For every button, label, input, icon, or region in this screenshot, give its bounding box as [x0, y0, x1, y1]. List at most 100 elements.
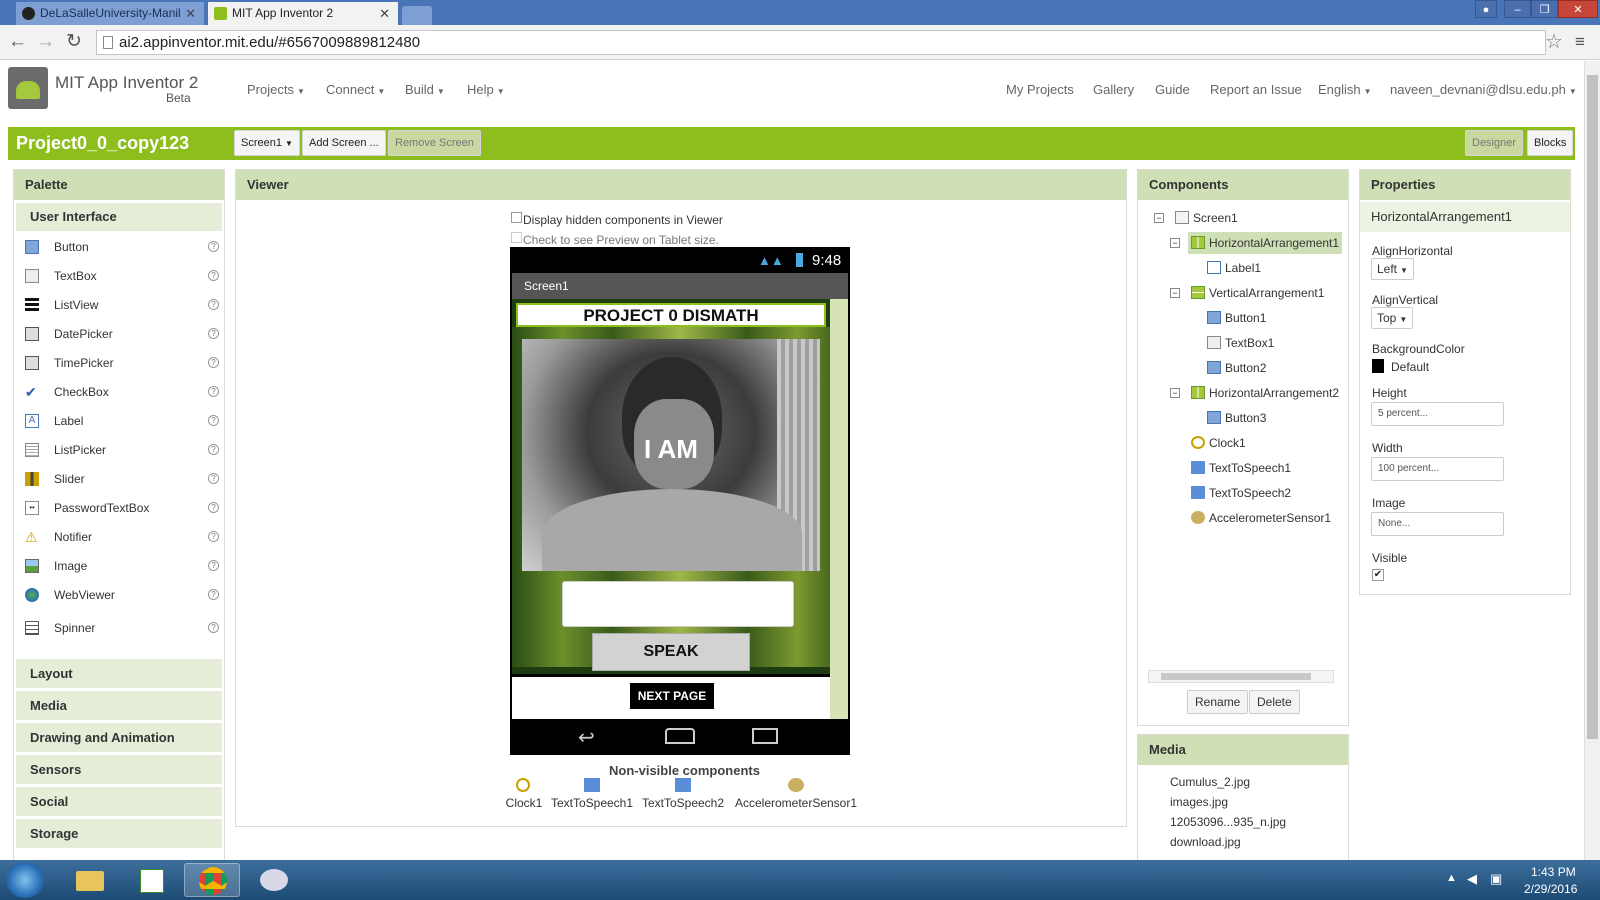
help-icon[interactable]: ? [208, 241, 219, 252]
media-file[interactable]: Cumulus_2.jpg [1170, 775, 1250, 789]
tablet-preview-checkbox[interactable] [511, 232, 522, 243]
help-icon[interactable]: ? [208, 444, 219, 455]
url-input[interactable]: ai2.appinventor.mit.edu/#656700988981248… [96, 30, 1546, 55]
palette-item-slider[interactable]: Slider? [16, 465, 222, 493]
tray-arrow-icon[interactable]: ▲ [1446, 872, 1457, 884]
blocks-button[interactable]: Blocks [1527, 130, 1574, 156]
project-heading-label[interactable]: PROJECT 0 DISMATH [516, 303, 826, 327]
align-vertical-select[interactable]: Top ▼ [1371, 307, 1414, 329]
media-file[interactable]: images.jpg [1170, 795, 1228, 809]
help-icon[interactable]: ? [208, 270, 219, 281]
tree-collapse-toggle[interactable]: − [1170, 238, 1180, 248]
volume-icon[interactable]: ◀ [1467, 871, 1477, 887]
palette-category-layout[interactable]: Layout [16, 658, 222, 688]
palette-item-textbox[interactable]: TextBox? [16, 262, 222, 290]
help-icon[interactable]: ? [208, 622, 219, 633]
help-icon[interactable]: ? [208, 415, 219, 426]
paint-app-icon[interactable] [246, 863, 302, 897]
help-icon[interactable]: ? [208, 531, 219, 542]
page-scroll-thumb[interactable] [1587, 75, 1598, 739]
help-icon[interactable]: ? [208, 502, 219, 513]
link-my-projects[interactable]: My Projects [1006, 82, 1074, 97]
browser-menu-icon[interactable]: ≡ [1575, 32, 1585, 52]
tab-github[interactable]: DeLaSalleUniversity-Manil ✕ [16, 2, 204, 25]
palette-item-timepicker[interactable]: TimePicker? [16, 349, 222, 377]
tree-node-clock1[interactable]: Clock1 [1188, 432, 1249, 454]
menu-projects[interactable]: Projects ▼ [247, 82, 305, 97]
tree-node-horizontalarrangement2[interactable]: HorizontalArrangement2 [1188, 382, 1342, 404]
tree-node-texttospeech2[interactable]: TextToSpeech2 [1188, 482, 1294, 504]
media-file[interactable]: 12053096...935_n.jpg [1170, 815, 1286, 829]
screen-select[interactable]: Screen1 ▼ [234, 130, 300, 156]
tree-node-button2[interactable]: Button2 [1204, 357, 1269, 379]
minimize-icon[interactable]: – [1504, 0, 1531, 18]
close-window-icon[interactable]: ✕ [1558, 0, 1598, 18]
palette-item-webviewer[interactable]: WebViewer? [16, 581, 222, 609]
palette-item-notifier[interactable]: ⚠ Notifier? [16, 523, 222, 551]
tree-node-screen1[interactable]: Screen1 [1172, 207, 1241, 229]
tree-collapse-toggle[interactable]: − [1170, 288, 1180, 298]
chrome-taskbar-icon[interactable] [184, 863, 240, 897]
add-screen-button[interactable]: Add Screen ... [302, 130, 386, 156]
palette-category-storage[interactable]: Storage [16, 818, 222, 848]
tree-node-accelerometersensor1[interactable]: AccelerometerSensor1 [1188, 507, 1334, 529]
bgcolor-value[interactable]: Default [1391, 360, 1429, 374]
restore-icon[interactable]: ❐ [1531, 0, 1558, 18]
app-inventor-logo[interactable] [8, 67, 48, 109]
tree-node-verticalarrangement1[interactable]: VerticalArrangement1 [1188, 282, 1327, 304]
user-menu[interactable]: naveen_devnani@dlsu.edu.ph ▼ [1390, 82, 1577, 97]
media-file[interactable]: download.jpg [1170, 835, 1241, 849]
back-icon[interactable]: ← [8, 32, 27, 52]
visible-checkbox[interactable]: ✔ [1372, 569, 1384, 581]
palette-category-drawing[interactable]: Drawing and Animation [16, 722, 222, 752]
palette-item-button[interactable]: Button? [16, 233, 222, 261]
palette-item-passwordtextbox[interactable]: •• PasswordTextBox? [16, 494, 222, 522]
display-hidden-checkbox[interactable] [511, 212, 522, 223]
profile-photo[interactable]: I AM [522, 339, 820, 571]
palette-item-listview[interactable]: ListView? [16, 291, 222, 319]
palette-item-checkbox[interactable]: ✔ CheckBox? [16, 378, 222, 406]
menu-help[interactable]: Help ▼ [467, 82, 505, 97]
language-menu[interactable]: English ▼ [1318, 82, 1372, 97]
tree-node-label1[interactable]: Label1 [1204, 257, 1264, 279]
help-icon[interactable]: ? [208, 560, 219, 571]
palette-item-image[interactable]: Image? [16, 552, 222, 580]
page-scrollbar[interactable] [1584, 61, 1600, 860]
user-icon[interactable]: ● [1475, 0, 1497, 18]
tree-horizontal-scrollbar[interactable] [1148, 670, 1334, 683]
network-icon[interactable]: ▣ [1490, 871, 1502, 887]
palette-section-user-interface[interactable]: User Interface [16, 203, 222, 231]
tree-node-textbox1[interactable]: TextBox1 [1204, 332, 1277, 354]
link-guide[interactable]: Guide [1155, 82, 1190, 97]
link-gallery[interactable]: Gallery [1093, 82, 1134, 97]
remove-screen-button[interactable]: Remove Screen [388, 130, 481, 156]
palette-category-social[interactable]: Social [16, 786, 222, 816]
tree-node-horizontalarrangement1[interactable]: HorizontalArrangement1 [1188, 232, 1343, 254]
help-icon[interactable]: ? [208, 386, 219, 397]
close-tab-icon[interactable]: ✕ [379, 2, 390, 25]
forward-icon[interactable]: → [36, 32, 55, 52]
taskbar-time[interactable]: 1:43 PM [1531, 865, 1576, 879]
spreadsheet-app-icon[interactable] [124, 863, 180, 897]
next-page-button[interactable]: NEXT PAGE [630, 683, 714, 709]
tab-app-inventor[interactable]: MIT App Inventor 2 ✕ [208, 2, 398, 25]
menu-build[interactable]: Build ▼ [405, 82, 445, 97]
image-input[interactable]: None... [1371, 512, 1504, 536]
file-explorer-icon[interactable] [62, 863, 118, 897]
tree-collapse-toggle[interactable]: − [1154, 213, 1164, 223]
reload-icon[interactable]: ↻ [66, 32, 82, 52]
palette-item-label[interactable]: A Label? [16, 407, 222, 435]
tree-node-button3[interactable]: Button3 [1204, 407, 1269, 429]
windows-start-icon[interactable] [6, 862, 44, 898]
help-icon[interactable]: ? [208, 328, 219, 339]
menu-connect[interactable]: Connect ▼ [326, 82, 385, 97]
speak-button[interactable]: SPEAK [592, 633, 750, 671]
taskbar-date[interactable]: 2/29/2016 [1524, 882, 1577, 896]
tree-node-texttospeech1[interactable]: TextToSpeech1 [1188, 457, 1294, 479]
tree-node-button1[interactable]: Button1 [1204, 307, 1269, 329]
new-tab-button[interactable] [402, 6, 432, 25]
width-input[interactable]: 100 percent... [1371, 457, 1504, 481]
help-icon[interactable]: ? [208, 357, 219, 368]
designer-button[interactable]: Designer [1465, 130, 1524, 156]
height-input[interactable]: 5 percent... [1371, 402, 1504, 426]
